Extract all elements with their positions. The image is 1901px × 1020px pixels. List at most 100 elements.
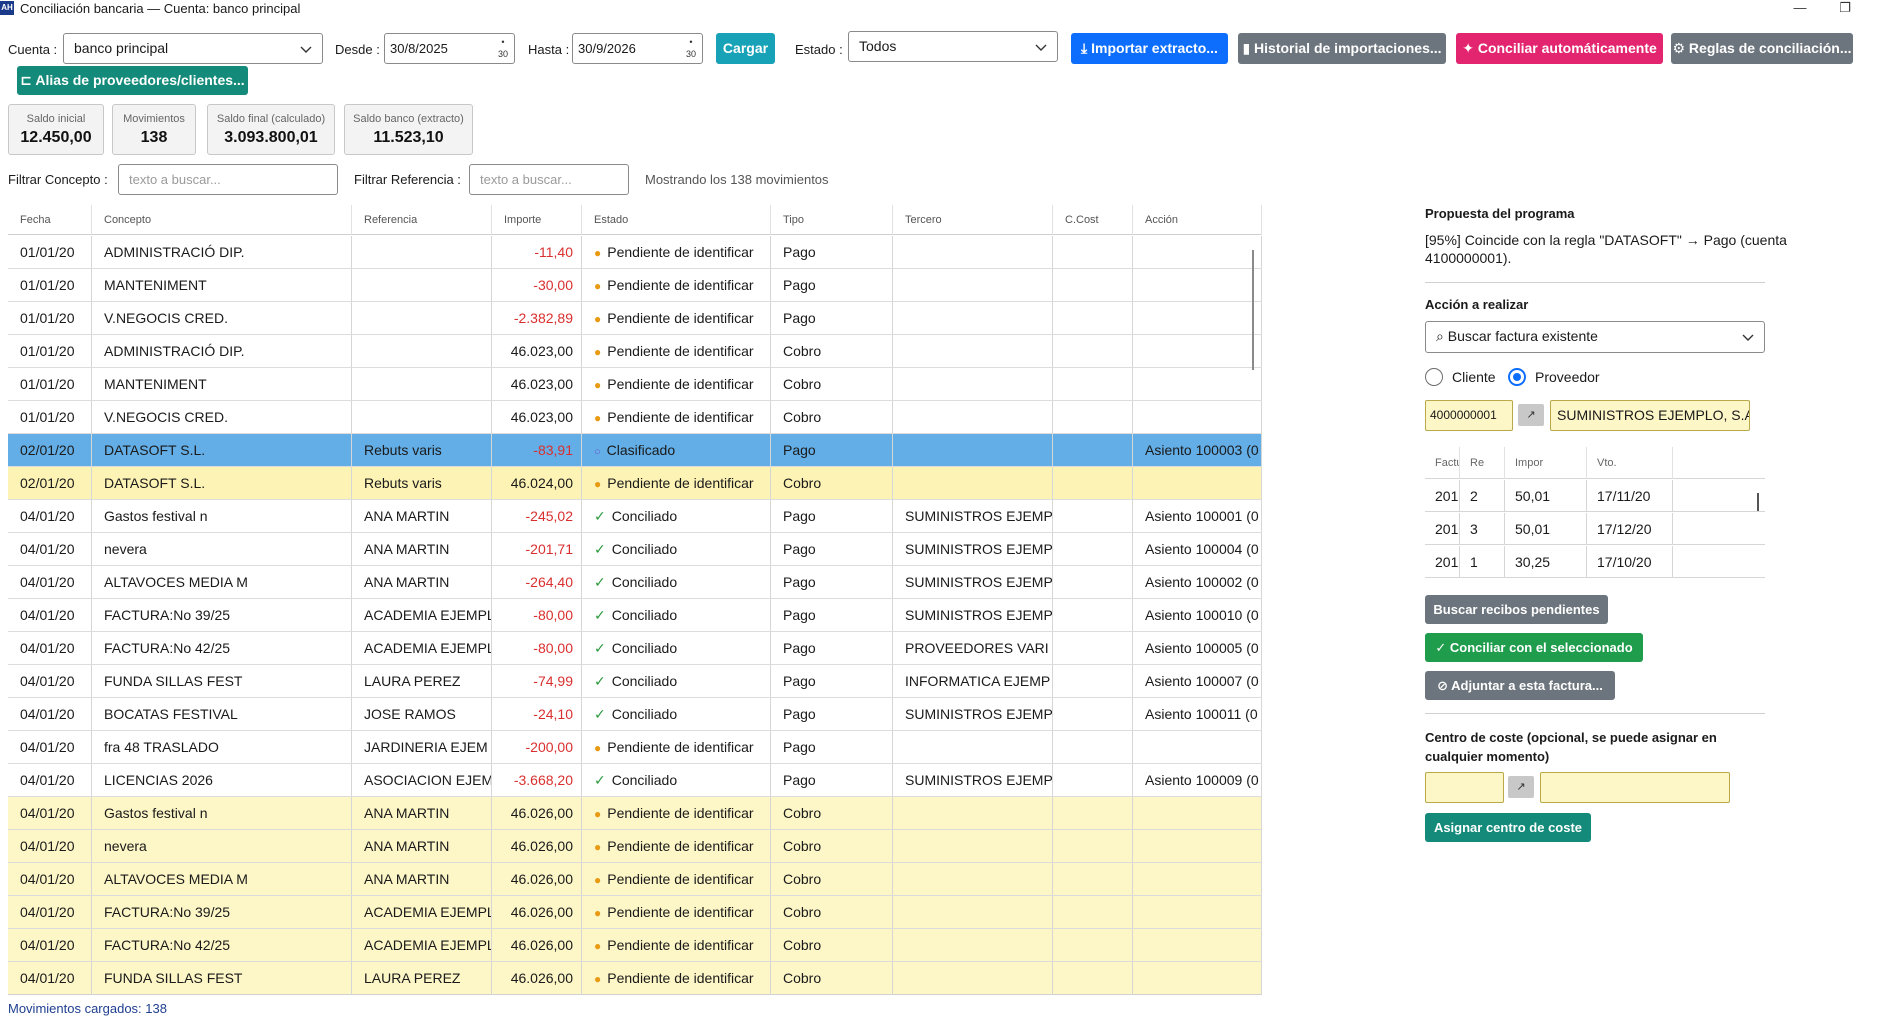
table-row[interactable]: 04/01/20 nevera ANA MARTIN 46.026,00 ● Pendie…: [8, 830, 1262, 863]
table-row[interactable]: 02/01/20 DATASOFT S.L. Rebuts varis 46.024,…: [8, 467, 1262, 500]
table-row[interactable]: 01/01/20 ADMINISTRACIÓ DIP. 46.023,00 ● Pend…: [8, 335, 1262, 368]
desde-date-input[interactable]: 30/8/2025 • 30: [384, 33, 515, 64]
cell-tercero: SUMINISTROS EJEMPL: [893, 533, 1053, 565]
table-row[interactable]: 01/01/20 MANTENIMENT 46.023,00 ● Pendiente d…: [8, 368, 1262, 401]
column-header[interactable]: Estado: [582, 205, 771, 235]
cell-estado: ● Pendiente de identificar: [582, 830, 771, 862]
table-row[interactable]: 01/01/20 V.NEGOCIS CRED. -2.382,89 ● Pendien…: [8, 302, 1262, 335]
summary-title: Saldo banco (extracto): [353, 113, 464, 125]
estado-select[interactable]: Todos: [848, 31, 1058, 62]
conciliar-seleccionado-button[interactable]: ✓ Conciliar con el seleccionado: [1425, 633, 1643, 662]
cargar-button[interactable]: Cargar: [716, 33, 775, 64]
cell-importe: 46.024,00: [492, 467, 582, 499]
column-header[interactable]: Importe: [492, 205, 582, 235]
open-link-icon[interactable]: ↗: [1518, 404, 1544, 426]
cell-concepto: FACTURA:No 39/25: [92, 599, 352, 631]
table-row[interactable]: 04/01/20 ALTAVOCES MEDIA M ANA MARTIN -264,…: [8, 566, 1262, 599]
column-header[interactable]: C.Cost: [1053, 205, 1133, 235]
calendar-icon[interactable]: • 30: [496, 36, 510, 60]
table-row[interactable]: 01/01/20 V.NEGOCIS CRED. 46.023,00 ● Pendien…: [8, 401, 1262, 434]
historial-importaciones-button[interactable]: ▮ Historial de importaciones...: [1238, 33, 1446, 64]
invoices-scrollbar[interactable]: [1757, 493, 1759, 511]
maximize-button[interactable]: ❐: [1825, 0, 1865, 17]
table-row[interactable]: 04/01/20 FUNDA SILLAS FEST LAURA PEREZ -74,…: [8, 665, 1262, 698]
column-header[interactable]: Acción: [1133, 205, 1262, 235]
column-header[interactable]: Referencia: [352, 205, 492, 235]
invoices-table[interactable]: Factu Re Impor Vto. 201900250,0117/11/20…: [1425, 447, 1765, 587]
table-row[interactable]: 04/01/20 nevera ANA MARTIN -201,71 ✓ Concilia…: [8, 533, 1262, 566]
movements-table[interactable]: Fecha Concepto Referencia Importe Estado Tipo…: [8, 205, 1262, 995]
table-scrollbar[interactable]: [1252, 250, 1254, 370]
cell-accion: [1133, 467, 1262, 499]
pending-dot-icon: ●: [594, 279, 602, 293]
accion-select[interactable]: ⌕ Buscar factura existente: [1425, 321, 1765, 353]
column-header[interactable]: Tercero: [893, 205, 1053, 235]
cell-tipo: Pago: [771, 236, 893, 268]
cell-tipo: Pago: [771, 665, 893, 697]
table-row[interactable]: 02/01/20 DATASOFT S.L. Rebuts varis -83,91 ○…: [8, 434, 1262, 467]
check-icon: ✓: [594, 541, 606, 557]
divider: [1425, 282, 1765, 283]
table-row[interactable]: 04/01/20 Gastos festival n ANA MARTIN -245,…: [8, 500, 1262, 533]
cell-tercero: PROVEEDORES VARI: [893, 632, 1053, 664]
table-row[interactable]: 04/01/20 FACTURA:No 42/25 ACADEMIA EJEMPL -…: [8, 632, 1262, 665]
table-row[interactable]: 01/01/20 ADMINISTRACIÓ DIP. -11,40 ● Pendien…: [8, 236, 1262, 269]
alias-proveedores-button[interactable]: ⊏ Alias de proveedores/clientes...: [17, 66, 248, 95]
pending-dot-icon: ●: [594, 939, 602, 953]
centro-coste-name-field[interactable]: [1540, 772, 1730, 803]
estado-text: Conciliado: [611, 574, 678, 590]
proveedor-radio[interactable]: [1508, 368, 1526, 386]
cell-tercero: [893, 401, 1053, 433]
cliente-radio[interactable]: [1425, 368, 1443, 386]
adjuntar-factura-button[interactable]: ⊘ Adjuntar a esta factura...: [1425, 671, 1615, 700]
invoice-row[interactable]: 201900250,0117/11/20: [1425, 480, 1765, 512]
invoice-row[interactable]: 201900350,0117/12/20: [1425, 513, 1765, 545]
reglas-conciliacion-button[interactable]: ⚙ Reglas de conciliación...: [1671, 33, 1853, 64]
table-row[interactable]: 04/01/20 FUNDA SILLAS FEST LAURA PEREZ 46.0…: [8, 962, 1262, 994]
centro-coste-code-field[interactable]: [1425, 772, 1504, 803]
calendar-icon[interactable]: • 30: [684, 36, 698, 60]
table-row[interactable]: 04/01/20 FACTURA:No 42/25 ACADEMIA EJEMPL 4…: [8, 929, 1262, 962]
table-row[interactable]: 04/01/20 FACTURA:No 39/25 ACADEMIA EJEMPL -…: [8, 599, 1262, 632]
pending-dot-icon: ●: [594, 345, 602, 359]
conciliar-automaticamente-button[interactable]: ✦ Conciliar automáticamente: [1456, 33, 1663, 64]
cuenta-select[interactable]: banco principal: [63, 33, 323, 64]
hasta-date-input[interactable]: 30/9/2026 • 30: [572, 33, 703, 64]
pending-dot-icon: ●: [594, 906, 602, 920]
importar-extracto-button[interactable]: ⤓ Importar extracto...: [1071, 33, 1228, 64]
table-row[interactable]: 04/01/20 Gastos festival n ANA MARTIN 46.02…: [8, 797, 1262, 830]
pending-dot-icon: ●: [594, 411, 602, 425]
cell-ccost: [1053, 467, 1133, 499]
filtrar-referencia-input[interactable]: texto a buscar...: [469, 164, 629, 195]
estado-text: Conciliado: [611, 772, 678, 788]
showing-count-text: Mostrando los 138 movimientos: [645, 172, 829, 187]
column-header[interactable]: Concepto: [92, 205, 352, 235]
table-row[interactable]: 04/01/20 LICENCIAS 2026 ASOCIACION EJEM -3.…: [8, 764, 1262, 797]
table-row[interactable]: 01/01/20 MANTENIMENT -30,00 ● Pendiente de i…: [8, 269, 1262, 302]
filtrar-concepto-input[interactable]: texto a buscar...: [118, 164, 338, 195]
table-row[interactable]: 04/01/20 ALTAVOCES MEDIA M ANA MARTIN 46.02…: [8, 863, 1262, 896]
minimize-button[interactable]: —: [1780, 0, 1820, 17]
summary-value: 138: [140, 129, 168, 146]
app-logo: AH: [0, 1, 14, 15]
cell-tercero: SUMINISTROS EJEMPL: [893, 764, 1053, 796]
table-row[interactable]: 04/01/20 BOCATAS FESTIVAL JOSE RAMOS -24,10…: [8, 698, 1262, 731]
column-header[interactable]: Tipo: [771, 205, 893, 235]
invoice-row[interactable]: 201900130,2517/10/20: [1425, 546, 1765, 578]
hasta-label: Hasta :: [528, 42, 570, 57]
cell-fecha: 04/01/20: [8, 632, 92, 664]
account-name-field[interactable]: SUMINISTROS EJEMPLO, S.A.: [1550, 400, 1750, 431]
open-link-icon[interactable]: ↗: [1508, 776, 1534, 798]
buscar-recibos-button[interactable]: Buscar recibos pendientes: [1425, 595, 1608, 624]
cell-fecha: 04/01/20: [8, 830, 92, 862]
table-row[interactable]: 04/01/20 fra 48 TRASLADO JARDINERIA EJEM -2…: [8, 731, 1262, 764]
asignar-centro-coste-button[interactable]: Asignar centro de coste: [1425, 813, 1591, 842]
column-header[interactable]: Fecha: [8, 205, 92, 235]
invoice-cell-factura: 201900: [1425, 480, 1460, 512]
cell-tipo: Cobro: [771, 401, 893, 433]
invoice-cell-importe: 50,01: [1505, 480, 1587, 512]
table-row[interactable]: 04/01/20 FACTURA:No 39/25 ACADEMIA EJEMPL 4…: [8, 896, 1262, 929]
cell-ccost: [1053, 368, 1133, 400]
account-code-field[interactable]: 4000000001: [1425, 400, 1513, 431]
invoice-cell-recibo: 1: [1460, 546, 1505, 578]
